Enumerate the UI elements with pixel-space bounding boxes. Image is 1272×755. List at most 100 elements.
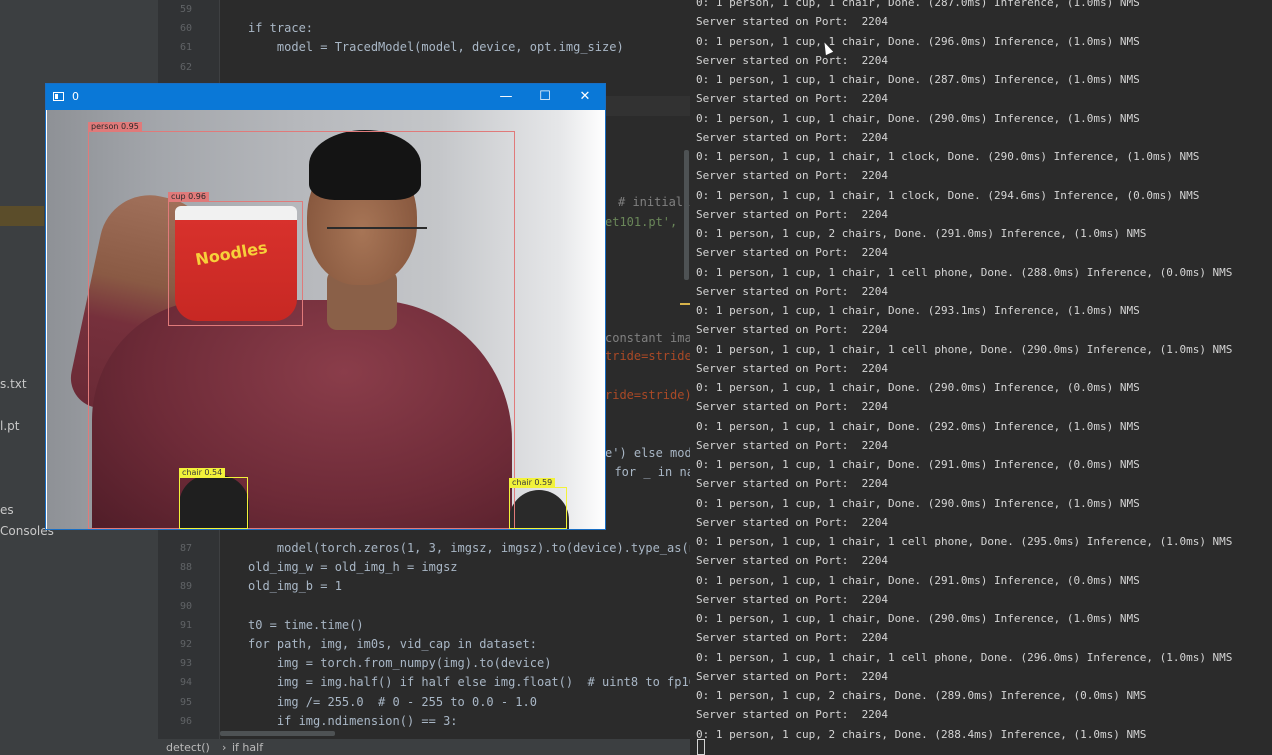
terminal-line: Server started on Port: 2204 (696, 130, 889, 144)
code-line[interactable]: if img.ndimension() == 3: (248, 714, 458, 728)
terminal-line: 0: 1 person, 1 cup, 1 chair, 1 cell phon… (696, 342, 1233, 356)
code-line[interactable]: if trace: (248, 21, 313, 35)
line-number: 95 (179, 697, 192, 708)
person-bbox: person 0.95 (88, 122, 515, 529)
code-fragment: e') else mode (605, 446, 699, 460)
line-number: 96 (179, 716, 192, 727)
code-fragment: et101.pt', (605, 215, 685, 229)
line-number: 94 (179, 677, 192, 688)
code-line[interactable]: img = img.half() if half else img.float(… (248, 675, 710, 689)
maximize-button[interactable]: ☐ (526, 84, 564, 110)
editor-scrollbar[interactable] (684, 150, 689, 280)
terminal-line: 0: 1 person, 1 cup, 1 chair, Done. (292.… (696, 419, 1140, 433)
terminal-line: Server started on Port: 2204 (696, 323, 889, 337)
terminal-line: Server started on Port: 2204 (696, 515, 889, 529)
terminal-line: 0: 1 person, 1 cup, 1 chair, Done. (291.… (696, 573, 1140, 587)
terminal-line: 0: 1 person, 1 cup, 1 chair, 1 cell phon… (696, 265, 1233, 279)
terminal-line: Server started on Port: 2204 (696, 15, 889, 29)
code-line[interactable]: for path, img, im0s, vid_cap in dataset: (248, 637, 537, 651)
terminal-line: 0: 1 person, 1 cup, 1 chair, Done. (296.… (696, 34, 1140, 48)
code-fragment: # initiali (618, 195, 691, 209)
code-fragment: ride=stride) (605, 388, 692, 402)
breadcrumb-item[interactable]: detect() (166, 741, 210, 754)
code-line[interactable]: model = TracedModel(model, device, opt.i… (248, 40, 624, 54)
line-number: 62 (179, 62, 192, 73)
line-number: 90 (179, 601, 192, 612)
code-fragment: constant ima (605, 331, 692, 345)
current-line-highlight (600, 96, 695, 116)
terminal-line: 0: 1 person, 1 cup, 1 chair, Done. (290.… (696, 496, 1140, 510)
terminal-line: Server started on Port: 2204 (696, 284, 889, 298)
sidebar-item-pt[interactable]: l.pt (0, 419, 19, 433)
camera-feed: Noodles person 0.95 cup 0.96 chair 0.54 … (47, 110, 605, 529)
line-number: 59 (179, 4, 192, 15)
warning-marker (680, 303, 690, 305)
line-number: 93 (179, 658, 192, 669)
chair-bbox-left: chair 0.54 (179, 468, 248, 529)
terminal-line: 0: 1 person, 1 cup, 1 chair, 1 clock, Do… (696, 188, 1200, 202)
app-window-icon (53, 92, 64, 101)
detection-window[interactable]: 0 — ☐ ✕ Noodles person 0.95 cup 0.96 cha… (45, 83, 606, 530)
terminal-line: 0: 1 person, 1 cup, 1 chair, Done. (290.… (696, 612, 1140, 625)
line-number: 87 (179, 543, 192, 554)
terminal-line: 0: 1 person, 1 cup, 2 chairs, Done. (289… (696, 689, 1147, 702)
terminal-line: 0: 1 person, 1 cup, 2 chairs, Done. (291… (696, 227, 1147, 240)
terminal-line: 0: 1 person, 1 cup, 1 chair, Done. (290.… (696, 111, 1140, 125)
code-line[interactable]: img /= 255.0 # 0 - 255 to 0.0 - 1.0 (248, 695, 537, 709)
bbox-label: person 0.95 (88, 122, 142, 132)
code-fragment: tride=stride (605, 349, 692, 363)
code-fragment: ] for _ in na (600, 465, 694, 479)
terminal-line: Server started on Port: 2204 (696, 477, 889, 491)
sidebar-item-txt[interactable]: s.txt (0, 377, 27, 391)
terminal-line: 0: 1 person, 1 cup, 1 chair, Done. (293.… (696, 304, 1140, 317)
terminal-line: Server started on Port: 2204 (696, 708, 889, 722)
terminal-line: 0: 1 person, 1 cup, 2 chairs, Done. (288… (696, 727, 1147, 741)
terminal-line: Server started on Port: 2204 (696, 169, 889, 183)
code-line[interactable]: old_img_w = old_img_h = imgsz (248, 560, 458, 574)
terminal-line: 0: 1 person, 1 cup, 1 chair, Done. (290.… (696, 381, 1140, 394)
line-number: 92 (179, 639, 192, 650)
line-number: 88 (179, 562, 192, 573)
terminal-line: Server started on Port: 2204 (696, 438, 889, 452)
terminal-line: Server started on Port: 2204 (696, 92, 889, 106)
terminal-line: 0: 1 person, 1 cup, 1 chair, Done. (287.… (696, 73, 1140, 86)
code-line[interactable]: old_img_b = 1 (248, 579, 342, 593)
window-titlebar[interactable]: 0 — ☐ ✕ (46, 84, 605, 110)
breadcrumb: detect() › if half (158, 739, 695, 755)
sidebar-selected-row[interactable] (0, 206, 44, 226)
terminal-line: 0: 1 person, 1 cup, 1 chair, 1 cell phon… (696, 535, 1233, 548)
chair-bbox-right: chair 0.59 (509, 478, 567, 529)
terminal-line: Server started on Port: 2204 (696, 592, 889, 606)
terminal-line: Server started on Port: 2204 (696, 631, 889, 645)
terminal-cursor (697, 739, 705, 755)
breadcrumb-separator: › (222, 741, 227, 754)
minimize-button[interactable]: — (487, 84, 525, 110)
sidebar-item-es[interactable]: es (0, 503, 14, 517)
code-line[interactable]: img = torch.from_numpy(img).to(device) (248, 656, 552, 670)
bbox-label: cup 0.96 (168, 192, 209, 202)
close-button[interactable]: ✕ (566, 84, 604, 110)
terminal-line: Server started on Port: 2204 (696, 246, 889, 260)
bbox-label: chair 0.59 (509, 478, 556, 488)
terminal-line: 0: 1 person, 1 cup, 1 chair, 1 clock, Do… (696, 150, 1200, 163)
window-title: 0 (72, 90, 79, 103)
terminal-line: Server started on Port: 2204 (696, 669, 889, 683)
breadcrumb-item[interactable]: if half (232, 741, 263, 754)
bbox-label: chair 0.54 (179, 468, 226, 478)
terminal-line: Server started on Port: 2204 (696, 53, 889, 67)
terminal-line: Server started on Port: 2204 (696, 400, 889, 414)
terminal-line: 0: 1 person, 1 cup, 1 chair, Done. (287.… (696, 0, 1140, 9)
terminal-line: Server started on Port: 2204 (696, 207, 889, 221)
cup-bbox: cup 0.96 (168, 192, 303, 326)
line-number: 89 (179, 581, 192, 592)
line-number: 91 (179, 620, 192, 631)
code-line[interactable]: model(torch.zeros(1, 3, imgsz, imgsz).to… (248, 541, 703, 555)
terminal-line: 0: 1 person, 1 cup, 1 chair, 1 cell phon… (696, 650, 1233, 664)
editor-hscrollbar[interactable] (220, 731, 335, 736)
code-line[interactable]: t0 = time.time() (248, 618, 364, 632)
line-number: 61 (179, 42, 192, 53)
terminal-line: Server started on Port: 2204 (696, 361, 889, 375)
terminal-line: Server started on Port: 2204 (696, 554, 889, 568)
terminal-line: 0: 1 person, 1 cup, 1 chair, Done. (291.… (696, 458, 1140, 471)
line-number: 60 (179, 23, 192, 34)
